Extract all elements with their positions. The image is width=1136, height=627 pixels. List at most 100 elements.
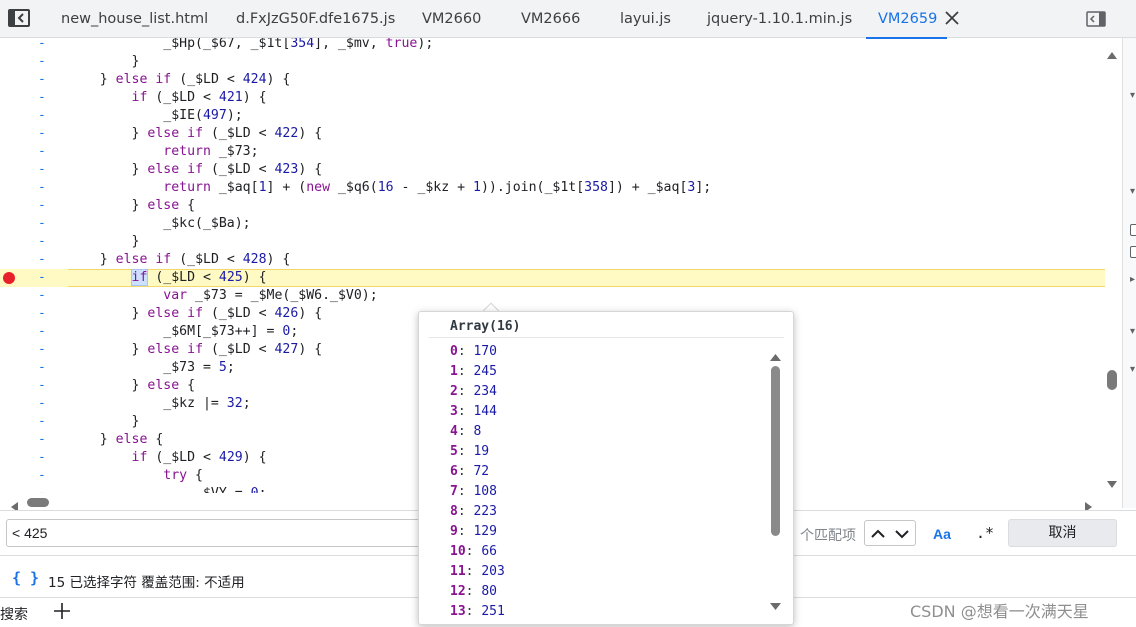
code-text: _$kc(_$Ba); [68,216,251,231]
line-marker[interactable]: - [38,287,46,305]
code-text: } [68,234,140,249]
match-case-button[interactable]: Aa [933,526,951,542]
line-marker[interactable]: - [38,215,46,233]
tab-vm2666[interactable]: VM2666 [521,0,580,38]
close-tab-icon[interactable] [943,9,961,27]
line-marker[interactable]: - [38,395,46,413]
tab-layui[interactable]: layui.js [620,0,671,38]
search-navigation [864,520,916,546]
code-line[interactable]: - } [0,53,1105,71]
array-value: 234 [473,384,497,399]
checkbox-icon[interactable] [1130,224,1136,236]
chevron-down-icon[interactable]: ▾ [1130,90,1135,101]
scroll-up-arrow-icon[interactable] [770,346,781,365]
code-line[interactable]: - } else { [0,197,1105,215]
scroll-down-arrow-icon[interactable] [1107,474,1117,493]
array-index: 3 [450,404,458,419]
checkbox-icon[interactable] [1130,246,1136,258]
chevron-down-icon[interactable]: ▾ [1130,326,1135,337]
line-marker[interactable]: - [38,269,46,287]
line-marker[interactable]: - [38,197,46,215]
code-text: var _$73 = _$Me(_$W6._$V0); [163,288,378,303]
line-marker[interactable]: - [38,449,46,467]
code-line[interactable]: - } else if (_$LD < 424) { [0,71,1105,89]
line-marker[interactable]: - [38,161,46,179]
array-item: 7: 108 [450,484,497,499]
array-value: 66 [481,544,497,559]
code-line[interactable]: - if (_$LD < 421) { [0,89,1105,107]
code-text: _$IE(497); [68,108,243,123]
chevron-down-icon[interactable]: ▾ [1130,364,1135,375]
code-line[interactable]: - _$IE(497); [0,107,1105,125]
code-text: } else if (_$LD < 422) { [68,126,323,141]
line-marker[interactable]: - [38,125,46,143]
line-marker[interactable]: - [38,431,46,449]
code-line[interactable]: - } else if (_$LD < 428) { [0,251,1105,269]
array-item: 9: 129 [450,524,497,539]
line-marker[interactable]: - [38,107,46,125]
line-marker[interactable]: - [38,38,46,53]
line-marker[interactable]: - [38,305,46,323]
code-line[interactable]: - if (_$LD < 425) { [0,269,1105,287]
code-line[interactable]: - return _$73; [0,143,1105,161]
horizontal-scroll-thumb[interactable] [27,498,49,507]
array-value: 203 [481,564,505,579]
code-line[interactable]: - return _$aq[1] + (new _$q6(16 - _$kz +… [0,179,1105,197]
tab-vm2659[interactable]: VM2659 [865,0,948,39]
code-line[interactable]: - _$kc(_$Ba); [0,215,1105,233]
breakpoint-marker-icon[interactable] [3,272,15,284]
tab-search[interactable]: 搜索 [0,604,28,624]
editor-tab-bar: new_house_list.html d.FxJzG50F.dfe1675.j… [0,0,1136,39]
scroll-up-arrow-icon[interactable] [1107,44,1117,63]
line-marker[interactable]: - [38,377,46,395]
cancel-button[interactable]: 取消 [1008,519,1117,547]
code-text: if (_$LD < 421) { [131,90,267,105]
line-marker[interactable]: - [38,485,46,493]
tab-vm2660[interactable]: VM2660 [422,0,481,38]
array-index: 6 [450,464,458,479]
code-line[interactable]: - } [0,233,1105,251]
pretty-print-button[interactable]: { } [12,569,39,587]
line-marker[interactable]: - [38,179,46,197]
editor-vertical-scrollbar[interactable] [1107,370,1117,390]
array-value: 245 [473,364,497,379]
divider [429,337,784,338]
line-marker[interactable]: - [38,143,46,161]
tab-new-house-list[interactable]: new_house_list.html [61,0,208,38]
regex-button[interactable]: .* [976,524,994,542]
line-marker[interactable]: - [38,323,46,341]
array-value: 129 [473,524,497,539]
popover-title: Array(16) [450,319,521,334]
array-index: 5 [450,444,458,459]
array-value: 251 [481,604,505,619]
line-marker[interactable]: - [38,53,46,71]
chevron-right-icon[interactable]: ▸ [1130,274,1135,285]
line-marker[interactable]: - [38,359,46,377]
tab-jquery[interactable]: jquery-1.10.1.min.js [707,0,852,38]
line-marker[interactable]: - [38,341,46,359]
line-marker[interactable]: - [38,233,46,251]
line-marker[interactable]: - [38,251,46,269]
tab-d-fxjzg50f[interactable]: d.FxJzG50F.dfe1675.js [236,0,395,38]
chevron-down-icon[interactable]: ▾ [1130,186,1135,197]
previous-match-icon[interactable] [868,525,888,543]
line-marker[interactable]: - [38,413,46,431]
line-marker[interactable]: - [38,467,46,485]
code-line[interactable]: - } else if (_$LD < 422) { [0,125,1105,143]
toggle-debugger-sidebar-icon[interactable] [1086,11,1106,27]
code-text: } else if (_$LD < 424) { [68,72,291,87]
array-value: 19 [473,444,490,459]
line-marker[interactable]: - [38,71,46,89]
next-match-icon[interactable] [892,525,912,543]
add-tab-icon[interactable] [53,602,71,620]
array-item: 10: 66 [450,544,497,559]
line-marker[interactable]: - [38,89,46,107]
code-line[interactable]: - var _$73 = _$Me(_$W6._$V0); [0,287,1105,305]
toggle-navigator-icon[interactable] [8,9,32,29]
scroll-down-arrow-icon[interactable] [770,596,781,615]
array-value: 170 [473,344,497,359]
code-line[interactable]: - _$Hp(_$67, _$1t[354], _$mv, true); [0,38,1105,53]
code-line[interactable]: - } else if (_$LD < 423) { [0,161,1105,179]
code-text: } else { [68,432,164,447]
popover-scrollbar[interactable] [771,366,780,536]
